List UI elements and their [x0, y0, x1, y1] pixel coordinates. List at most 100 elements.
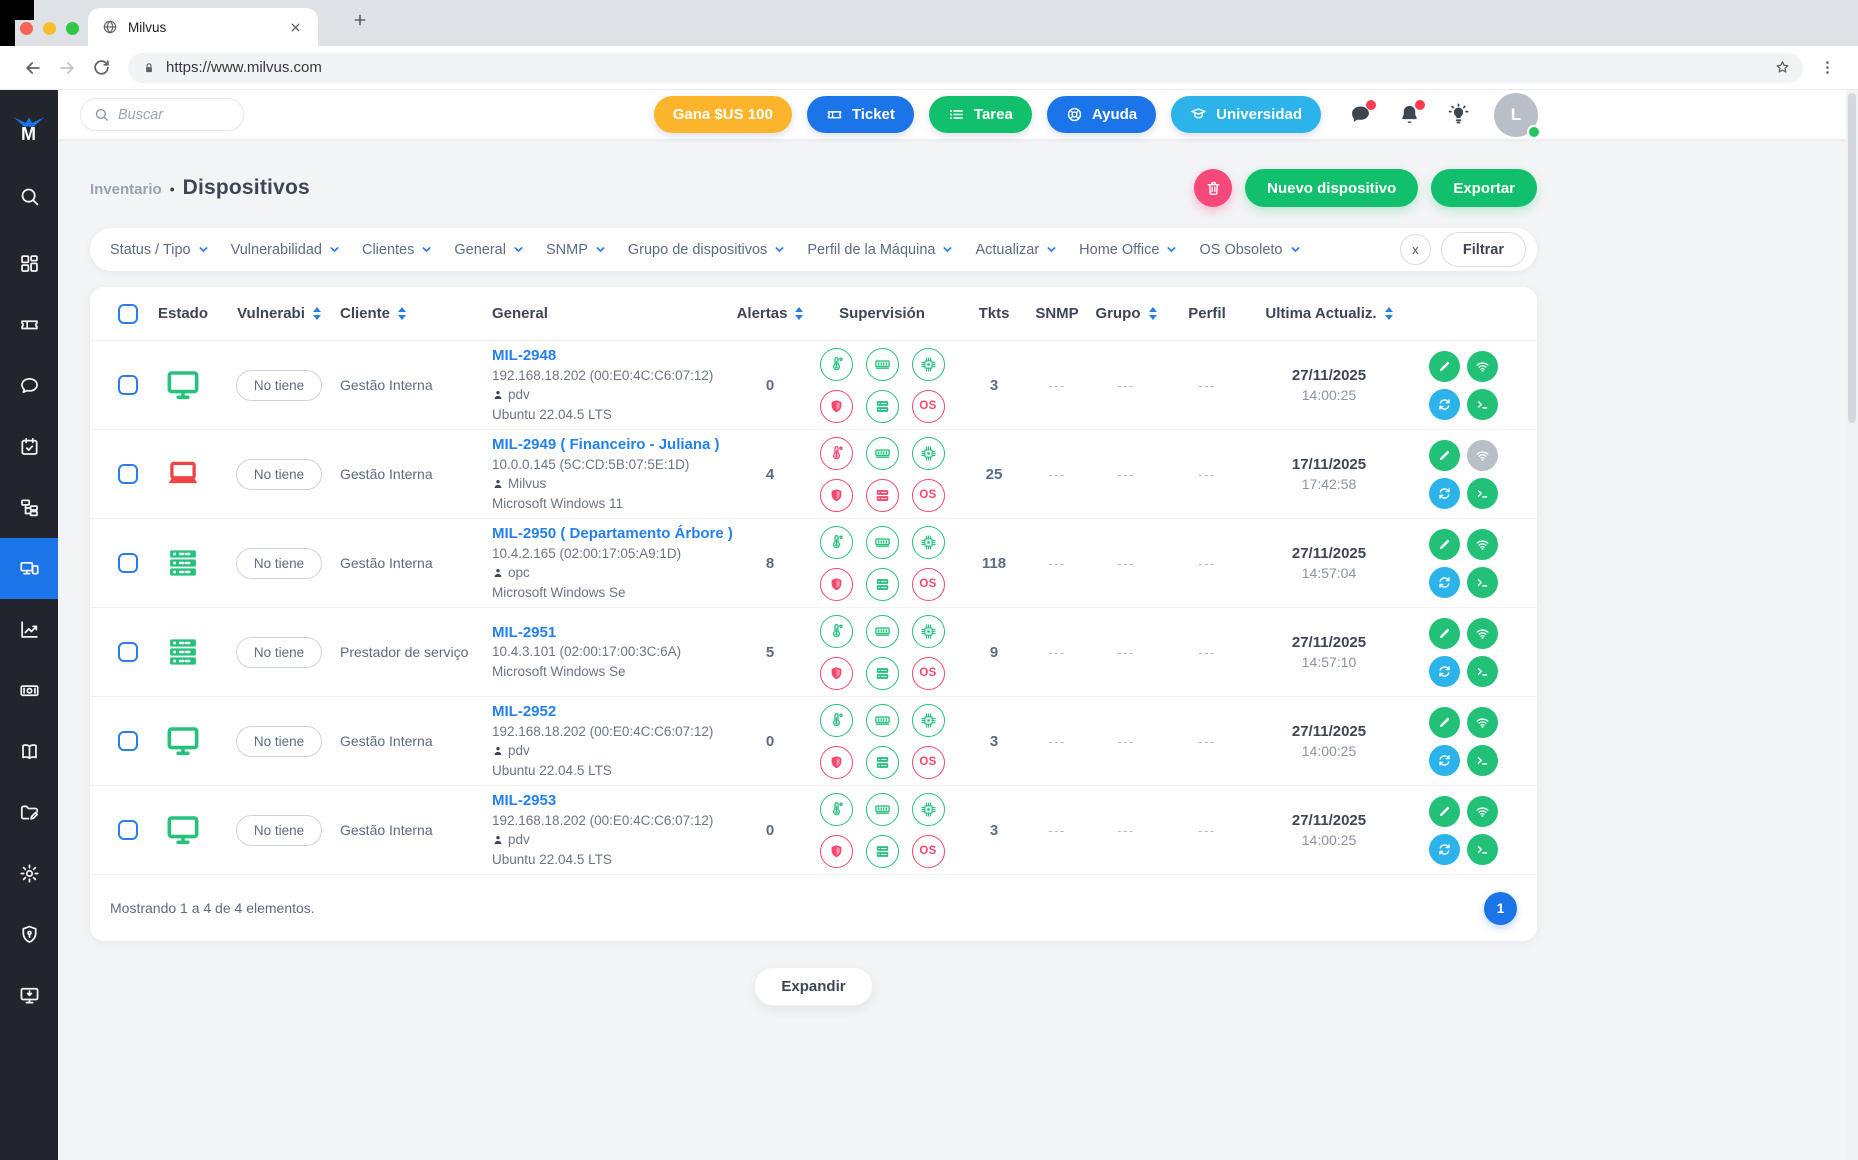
- lightbulb-ideas-icon[interactable]: [1447, 103, 1470, 126]
- browser-menu-icon[interactable]: [1813, 58, 1842, 77]
- filter-clientes[interactable]: Clientes: [362, 242, 433, 258]
- connection-status-button[interactable]: [1467, 617, 1498, 649]
- expand-button[interactable]: Expandir: [754, 967, 873, 1006]
- terminal-button[interactable]: [1467, 566, 1498, 598]
- column-header-cliente[interactable]: Cliente: [340, 305, 476, 322]
- sidebar-item-calendar[interactable]: [0, 416, 58, 477]
- supervision-antivirus[interactable]: [819, 834, 853, 868]
- sync-device-button[interactable]: [1429, 744, 1460, 776]
- terminal-button[interactable]: [1467, 833, 1498, 865]
- supervision-os[interactable]: OS: [911, 745, 945, 779]
- scrollbar-thumb[interactable]: [1848, 93, 1856, 423]
- export-button[interactable]: Exportar: [1431, 169, 1537, 207]
- delete-devices-button[interactable]: [1194, 169, 1233, 207]
- tab-close-icon[interactable]: [287, 19, 304, 36]
- reload-icon[interactable]: [84, 57, 118, 78]
- supervision-os[interactable]: OS: [911, 389, 945, 423]
- supervision-antivirus[interactable]: [819, 656, 853, 690]
- supervision-os[interactable]: OS: [911, 478, 945, 512]
- sidebar-item-topology[interactable]: [0, 477, 58, 538]
- ticket-button[interactable]: Ticket: [806, 96, 914, 133]
- supervision-temperature[interactable]: [819, 703, 853, 737]
- connection-status-button[interactable]: [1467, 439, 1498, 471]
- help-button[interactable]: Ayuda: [1046, 96, 1157, 133]
- column-header-grupo[interactable]: Grupo: [1088, 305, 1164, 322]
- sort-arrows-icon[interactable]: [1148, 307, 1157, 320]
- device-name-link[interactable]: MIL-2948: [492, 347, 556, 364]
- apply-filter-button[interactable]: Filtrar: [1440, 232, 1526, 267]
- row-checkbox[interactable]: [118, 820, 138, 840]
- chat-notifications-icon[interactable]: [1349, 100, 1376, 126]
- edit-device-button[interactable]: [1429, 795, 1460, 827]
- select-all-checkbox[interactable]: [118, 303, 138, 324]
- supervision-temperature[interactable]: [819, 792, 853, 826]
- sidebar-item-reports[interactable]: [0, 599, 58, 660]
- supervision-os[interactable]: OS: [911, 567, 945, 601]
- supervision-memory[interactable]: [865, 792, 899, 826]
- edit-device-button[interactable]: [1429, 617, 1460, 649]
- clear-filters-button[interactable]: x: [1399, 234, 1431, 265]
- terminal-button[interactable]: [1467, 655, 1498, 687]
- bookmark-star-icon[interactable]: [1770, 59, 1795, 76]
- filter-status-tipo[interactable]: Status / Tipo: [110, 242, 210, 258]
- filter-grupo-de-dispositivos[interactable]: Grupo de dispositivos: [628, 242, 786, 258]
- reward-button[interactable]: Gana $US 100: [653, 96, 792, 133]
- supervision-disk[interactable]: [865, 656, 899, 690]
- bell-notifications-icon[interactable]: [1398, 100, 1425, 126]
- supervision-memory[interactable]: [865, 614, 899, 648]
- column-header-vulnerabi[interactable]: Vulnerabi: [218, 305, 340, 322]
- terminal-button[interactable]: [1467, 388, 1498, 420]
- supervision-cpu[interactable]: [911, 703, 945, 737]
- filter-perfil-de-la-m-quina[interactable]: Perfil de la Máquina: [807, 242, 954, 258]
- row-checkbox[interactable]: [118, 553, 138, 573]
- sidebar-item-search[interactable]: [0, 166, 58, 227]
- supervision-os[interactable]: OS: [911, 834, 945, 868]
- device-name-link[interactable]: MIL-2950 ( Departamento Árbore ): [492, 525, 733, 542]
- connection-status-button[interactable]: [1467, 528, 1498, 560]
- sync-device-button[interactable]: [1429, 388, 1460, 420]
- sort-arrows-icon[interactable]: [398, 307, 407, 320]
- sidebar-item-devices[interactable]: [0, 538, 58, 599]
- supervision-disk[interactable]: [865, 478, 899, 512]
- supervision-disk[interactable]: [865, 745, 899, 779]
- terminal-button[interactable]: [1467, 744, 1498, 776]
- sidebar-item-security[interactable]: [0, 904, 58, 965]
- device-name-link[interactable]: MIL-2951: [492, 624, 556, 641]
- edit-device-button[interactable]: [1429, 706, 1460, 738]
- sidebar-item-tickets[interactable]: [0, 294, 58, 355]
- sync-device-button[interactable]: [1429, 477, 1460, 509]
- supervision-cpu[interactable]: [911, 347, 945, 381]
- supervision-antivirus[interactable]: [819, 745, 853, 779]
- edit-device-button[interactable]: [1429, 350, 1460, 382]
- device-name-link[interactable]: MIL-2953: [492, 792, 556, 809]
- sort-arrows-icon[interactable]: [312, 307, 321, 320]
- supervision-antivirus[interactable]: [819, 567, 853, 601]
- edit-device-button[interactable]: [1429, 528, 1460, 560]
- sync-device-button[interactable]: [1429, 655, 1460, 687]
- column-header-alertas[interactable]: Alertas: [737, 305, 804, 322]
- page-number-button[interactable]: 1: [1484, 891, 1517, 925]
- user-avatar[interactable]: L: [1494, 92, 1541, 139]
- connection-status-button[interactable]: [1467, 706, 1498, 738]
- sync-device-button[interactable]: [1429, 566, 1460, 598]
- address-input[interactable]: https://www.milvus.com: [128, 52, 1803, 83]
- sidebar-item-settings[interactable]: [0, 843, 58, 904]
- milvus-logo[interactable]: M: [13, 98, 45, 158]
- new-tab-button[interactable]: [346, 11, 374, 29]
- sidebar-item-chat[interactable]: [0, 355, 58, 416]
- filter-os-obsoleto[interactable]: OS Obsoleto: [1199, 242, 1301, 258]
- supervision-memory[interactable]: [865, 703, 899, 737]
- supervision-memory[interactable]: [865, 436, 899, 470]
- minimize-window-button[interactable]: [43, 22, 56, 35]
- supervision-os[interactable]: OS: [911, 656, 945, 690]
- device-name-link[interactable]: MIL-2949 ( Financeiro - Juliana ): [492, 436, 720, 453]
- filter-actualizar[interactable]: Actualizar: [975, 242, 1058, 258]
- sidebar-item-dashboard[interactable]: [0, 233, 58, 294]
- sidebar-item-remote-install[interactable]: [0, 965, 58, 1026]
- supervision-memory[interactable]: [865, 525, 899, 559]
- forward-icon[interactable]: [50, 57, 84, 79]
- row-checkbox[interactable]: [118, 731, 138, 751]
- sidebar-item-projects[interactable]: [0, 782, 58, 843]
- filter-general[interactable]: General: [454, 242, 525, 258]
- column-header-ultima-actualiz-[interactable]: Ultima Actualiz.: [1250, 305, 1408, 322]
